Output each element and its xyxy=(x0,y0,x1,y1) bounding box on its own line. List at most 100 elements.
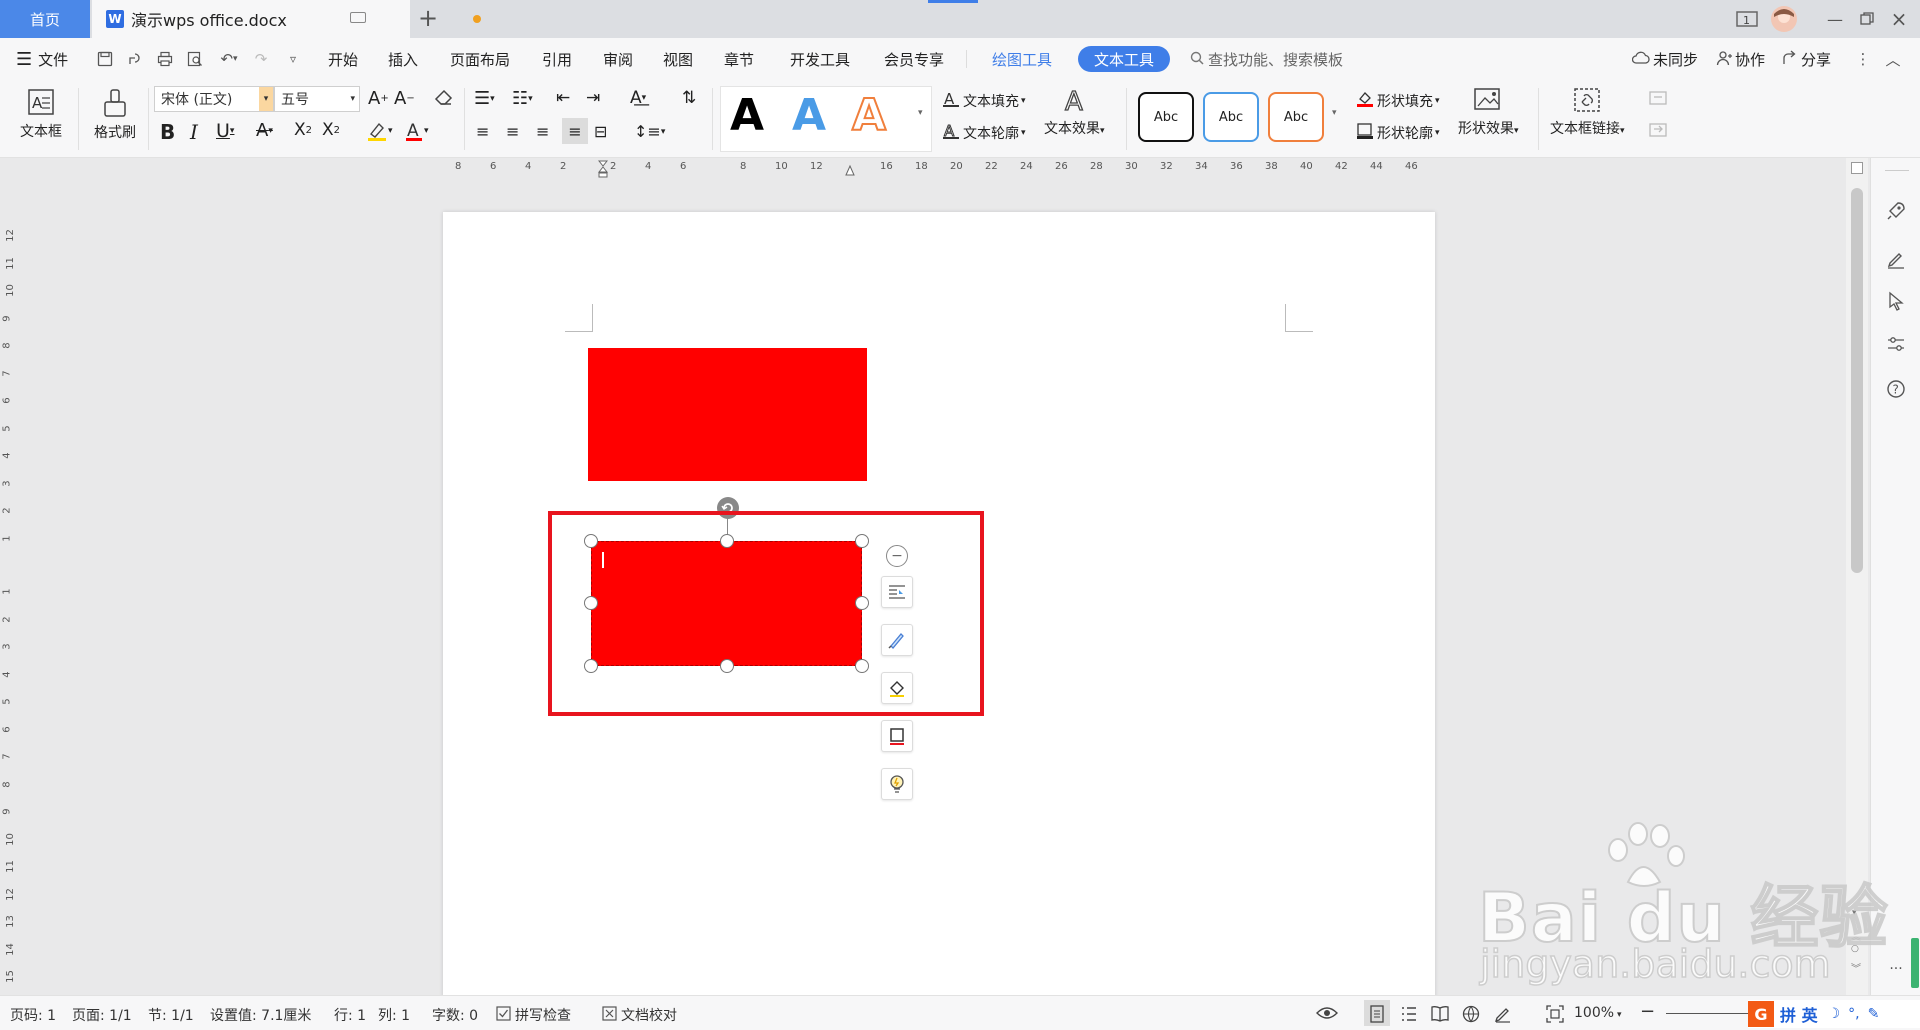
menu-item-text-tools[interactable]: 文本工具 xyxy=(1078,46,1170,72)
help-icon[interactable]: ? xyxy=(1885,378,1907,400)
strikethrough-icon[interactable]: A ▾ xyxy=(256,120,273,141)
rocket-icon[interactable] xyxy=(1885,200,1907,222)
write-view-icon[interactable] xyxy=(1494,1005,1512,1027)
align-center-icon[interactable]: ≡ xyxy=(506,122,519,141)
align-left-icon[interactable]: ≡ xyxy=(476,122,489,141)
page-count-icon[interactable]: 1 xyxy=(1732,0,1762,38)
numbered-list-icon[interactable]: ☷ ▾ xyxy=(512,88,533,109)
bullet-list-icon[interactable]: ☰ ▾ xyxy=(474,88,495,109)
shape-fill-button[interactable]: 形状填充 ▾ xyxy=(1356,90,1440,112)
textbox-link-button[interactable]: 文本框链接▾ xyxy=(1550,86,1625,138)
redo-icon[interactable]: ↷ xyxy=(252,50,270,68)
collaborate-button[interactable]: 协作 xyxy=(1716,49,1765,70)
font-size-select[interactable]: 五号 ▾ xyxy=(274,86,360,112)
save-icon[interactable] xyxy=(96,50,114,68)
grow-font-icon[interactable]: A + xyxy=(368,88,389,109)
text-effect-button[interactable]: A 文本效果▾ xyxy=(1044,86,1105,138)
menu-item-insert[interactable]: 插入 xyxy=(388,49,418,70)
shape-outline-button[interactable]: 形状轮廓 ▾ xyxy=(1356,122,1440,144)
text-style-blue[interactable]: A xyxy=(792,94,826,138)
doc-proof-button[interactable]: 文档校对 xyxy=(602,1005,677,1025)
status-column[interactable]: 列: 1 xyxy=(378,1005,410,1025)
layout-options-icon[interactable] xyxy=(881,576,913,608)
ime-toolbar[interactable]: G 拼 英 ☽ °, ✎ xyxy=(1748,1000,1920,1028)
menu-item-view[interactable]: 视图 xyxy=(663,49,693,70)
menu-item-page-layout[interactable]: 页面布局 xyxy=(450,49,510,70)
line-spacing-icon[interactable]: ↕≡ ▾ xyxy=(634,122,665,141)
print-icon[interactable] xyxy=(156,50,174,68)
text-style-orange-outline[interactable]: A xyxy=(851,93,887,139)
select-browse-icon[interactable]: ○ xyxy=(1851,944,1859,954)
increase-indent-icon[interactable]: ⇥ xyxy=(586,88,600,108)
tab-home[interactable]: 首页 xyxy=(0,0,90,38)
text-outline-button[interactable]: A 文本轮廓 ▾ xyxy=(942,122,1026,144)
align-right-icon[interactable]: ≡ xyxy=(536,122,549,141)
sync-button[interactable]: 未同步 xyxy=(1631,49,1698,70)
zoom-out-icon[interactable]: − xyxy=(1640,1001,1655,1022)
punctuation-icon[interactable]: °, xyxy=(1848,1006,1859,1022)
tools-icon[interactable]: ✎ xyxy=(1868,1006,1880,1022)
spell-check-button[interactable]: 拼写检查 xyxy=(496,1005,571,1025)
split-view-icon[interactable] xyxy=(1851,162,1863,174)
new-tab-button[interactable]: + xyxy=(414,4,442,32)
print-preview-icon[interactable] xyxy=(186,50,204,68)
text-direction-icon[interactable]: A͟ ▾ xyxy=(630,88,646,108)
decrease-indent-icon[interactable]: ⇤ xyxy=(556,88,570,108)
superscript-icon[interactable]: X2 xyxy=(294,120,312,140)
format-painter-button[interactable]: 格式刷 xyxy=(88,88,142,142)
collapse-tools-icon[interactable]: − xyxy=(886,545,908,567)
menu-item-developer[interactable]: 开发工具 xyxy=(790,49,850,70)
pen-icon[interactable] xyxy=(1885,248,1907,270)
next-textbox-icon[interactable] xyxy=(1648,122,1668,140)
more-vertical-icon[interactable]: ⋮ xyxy=(1854,50,1872,68)
underline-icon[interactable]: U ▾ xyxy=(216,120,234,142)
document-page[interactable]: − xyxy=(443,212,1435,998)
share-button[interactable]: 分享 xyxy=(1782,49,1831,70)
font-name-select[interactable]: 宋体 (正文) ▾ xyxy=(154,86,274,112)
customize-toolbar-icon[interactable]: ▿ xyxy=(284,50,302,68)
status-setting-value[interactable]: 设置值: 7.1厘米 xyxy=(210,1005,311,1025)
fit-page-icon[interactable] xyxy=(1546,1005,1564,1027)
reading-view-icon[interactable] xyxy=(1430,1005,1450,1027)
menu-item-chapter[interactable]: 章节 xyxy=(724,49,754,70)
status-word-count[interactable]: 字数: 0 xyxy=(432,1005,478,1025)
bold-icon[interactable]: B xyxy=(160,120,175,144)
shape-style-pen-icon[interactable] xyxy=(881,624,913,656)
status-line[interactable]: 行: 1 xyxy=(334,1005,366,1025)
distribute-icon[interactable]: ⊟ xyxy=(594,122,607,141)
textbox-button[interactable]: A 文本框 xyxy=(14,88,68,141)
close-icon[interactable]: × xyxy=(1884,0,1914,38)
smart-suggest-bulb-icon[interactable] xyxy=(881,768,913,800)
restore-icon[interactable] xyxy=(1852,0,1882,38)
clear-format-icon[interactable] xyxy=(434,88,454,108)
minimize-icon[interactable]: — xyxy=(1820,0,1850,38)
subscript-icon[interactable]: X2 xyxy=(322,120,340,140)
menu-item-member[interactable]: 会员专享 xyxy=(884,49,944,70)
shape-style-orange[interactable]: Abc xyxy=(1268,92,1324,142)
shape-gallery-more-icon[interactable]: ▾ xyxy=(1332,108,1337,118)
shape-style-blue[interactable]: Abc xyxy=(1203,92,1259,142)
justify-icon[interactable]: ≡ xyxy=(562,118,588,144)
search-box[interactable]: 查找功能、搜索模板 xyxy=(1190,49,1343,70)
menu-item-review[interactable]: 审阅 xyxy=(603,49,633,70)
file-menu[interactable]: ☰ 文件 xyxy=(16,49,68,70)
more-horizontal-icon[interactable]: ··· xyxy=(1885,958,1907,980)
gallery-more-icon[interactable]: ▾ xyxy=(918,108,923,118)
tab-document[interactable]: W 演示wps office.docx xyxy=(92,0,481,38)
menu-item-drawing-tools[interactable]: 绘图工具 xyxy=(992,49,1052,70)
font-color-icon[interactable]: A ▾ xyxy=(404,120,429,142)
sort-icon[interactable]: ⇅ xyxy=(682,88,696,108)
shape-effect-button[interactable]: 形状效果▾ xyxy=(1458,86,1519,138)
zoom-level[interactable]: 100% ▾ xyxy=(1574,1005,1622,1021)
status-page-count[interactable]: 页面: 1/1 xyxy=(72,1005,132,1025)
menu-item-start[interactable]: 开始 xyxy=(328,49,358,70)
monitor-icon[interactable] xyxy=(350,12,366,23)
fill-bucket-icon[interactable] xyxy=(881,672,913,704)
zoom-slider-track[interactable] xyxy=(1666,1013,1756,1014)
indent-marker-icon[interactable] xyxy=(597,160,609,178)
scrollbar-thumb[interactable] xyxy=(1851,188,1863,573)
horizontal-ruler[interactable]: 8 6 4 2 2 4 6 8 10 12 16 18 20 22 24 26 28 30 32 34 36 38 40 42… xyxy=(0,158,1850,180)
outline-icon[interactable] xyxy=(881,720,913,752)
text-style-black[interactable]: A xyxy=(730,94,764,138)
tab-stop-marker-icon[interactable] xyxy=(845,164,855,176)
